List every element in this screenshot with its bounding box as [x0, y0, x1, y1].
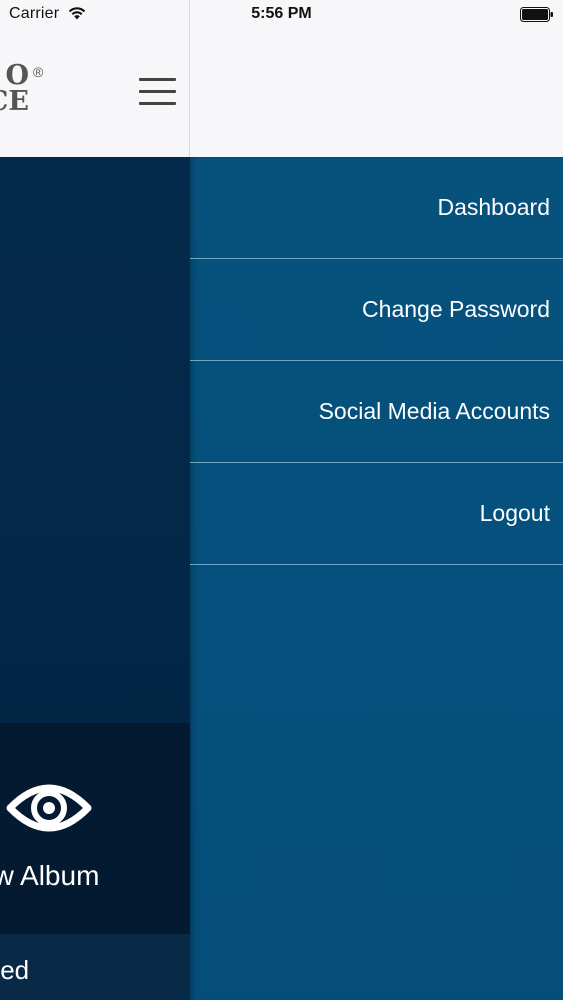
- menu-item-social-media-accounts[interactable]: Social Media Accounts: [190, 361, 563, 463]
- hamburger-menu-icon: [139, 78, 176, 81]
- status-bar: Carrier 5:56 PM: [0, 0, 563, 30]
- battery-icon: [520, 7, 553, 22]
- side-menu-panel: Dashboard Change Password Social Media A…: [190, 0, 563, 1000]
- menu-list: Dashboard Change Password Social Media A…: [190, 157, 563, 565]
- menu-item-label: Social Media Accounts: [318, 398, 550, 424]
- eye-icon: [6, 784, 92, 832]
- menu-item-logout[interactable]: Logout: [190, 463, 563, 565]
- menu-item-label: Change Password: [362, 296, 550, 322]
- app-logo: O CE: [0, 60, 29, 117]
- bottom-strip-label: sted: [0, 955, 30, 985]
- hamburger-menu-button[interactable]: [139, 78, 176, 106]
- status-time: 5:56 PM: [251, 5, 312, 22]
- menu-item-label: Dashboard: [437, 194, 550, 220]
- menu-body: Dashboard Change Password Social Media A…: [190, 157, 563, 1000]
- main-panel: O CE ® ew Album sted: [0, 0, 190, 1000]
- view-album-label: ew Album: [0, 860, 100, 891]
- menu-item-label: Logout: [479, 500, 550, 526]
- menu-item-dashboard[interactable]: Dashboard: [190, 157, 563, 259]
- registered-mark: ®: [33, 64, 44, 80]
- menu-item-change-password[interactable]: Change Password: [190, 259, 563, 361]
- main-content-area: [0, 157, 190, 723]
